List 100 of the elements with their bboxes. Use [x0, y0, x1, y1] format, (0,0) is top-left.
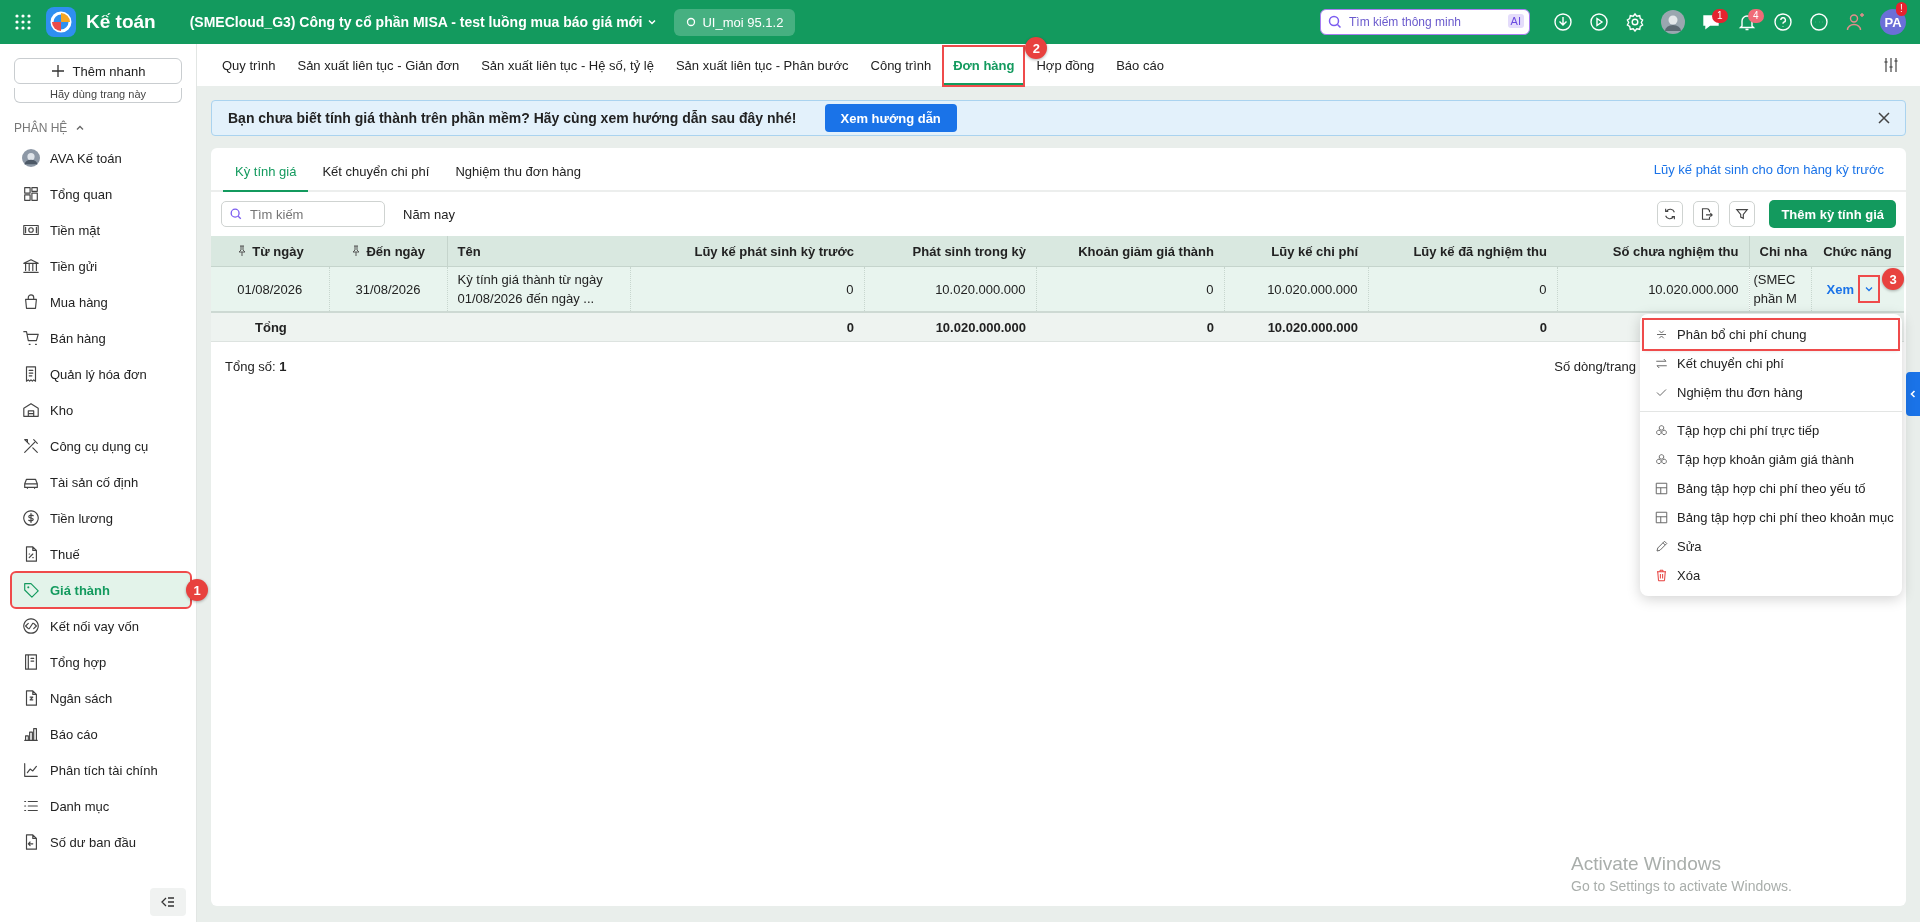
module-tab[interactable]: Sản xuất liên tục - Hệ số, tỷ lệ	[472, 47, 663, 85]
expand-panel-tab[interactable]	[1906, 372, 1920, 416]
close-icon[interactable]	[1877, 111, 1891, 125]
sidebar-item[interactable]: Thuế	[12, 537, 190, 571]
sidebar-item[interactable]: Tài sản cố định	[12, 465, 190, 499]
user-initials-avatar[interactable]: PA	[1880, 9, 1906, 35]
sidebar-item[interactable]: Tiền mặt	[12, 213, 190, 247]
column-header[interactable]: Từ ngày	[211, 236, 329, 267]
sidebar-item[interactable]: Bán hàng	[12, 321, 190, 355]
apps-grid-icon[interactable]	[14, 13, 32, 31]
search-icon	[1327, 14, 1343, 30]
sidebar-item[interactable]: Kho	[12, 393, 190, 427]
total-cell: 10.020.000.000	[935, 319, 1026, 335]
sidebar-item[interactable]: Báo cáo	[12, 717, 190, 751]
callout-badge: 2	[1025, 37, 1048, 59]
table-icon	[1654, 481, 1669, 496]
column-header[interactable]: Lũy kế đã nghiệm thu	[1368, 236, 1557, 267]
sidebar-item[interactable]: AVA Kế toán	[12, 141, 190, 175]
menu-item[interactable]: Tập hợp khoản giảm giá thành	[1644, 445, 1898, 474]
column-header[interactable]: Chức năng	[1811, 236, 1904, 267]
row-menu-button[interactable]	[1860, 277, 1878, 301]
sub-tab[interactable]: Nghiệm thu đơn hàng	[443, 152, 593, 192]
help-icon[interactable]	[1773, 12, 1793, 32]
sliders-settings-icon[interactable]	[1882, 56, 1900, 74]
menu-item[interactable]: Nghiệm thu đơn hàng	[1644, 378, 1898, 407]
module-tab[interactable]: Đơn hàng	[944, 47, 1024, 85]
circle-icon	[686, 17, 697, 27]
sidebar-item[interactable]: Kết nối vay vốn	[12, 609, 190, 643]
sidebar-item[interactable]: Mua hàng	[12, 285, 190, 319]
period-label[interactable]: Năm nay	[403, 206, 456, 222]
page-size-label: Số dòng/trang	[1554, 358, 1636, 374]
sub-tab[interactable]: Kỳ tính giá	[223, 152, 309, 192]
column-header[interactable]: Phát sinh trong kỳ	[864, 236, 1036, 267]
total-label: Tổng	[255, 319, 287, 335]
prior-period-link[interactable]: Lũy kế phát sinh cho đơn hàng kỳ trước	[1653, 161, 1884, 177]
circles-icon	[1654, 423, 1669, 438]
sidebar-item[interactable]: Danh mục	[12, 789, 190, 823]
alert-badge: !	[1896, 2, 1907, 16]
bag-icon	[22, 293, 40, 311]
search-field[interactable]: Tìm kiếm	[221, 201, 385, 227]
sidebar-item[interactable]: Phân tích tài chính	[12, 753, 190, 787]
add-period-button[interactable]: Thêm kỳ tính giá	[1769, 200, 1896, 228]
sidebar-item[interactable]: Ngân sách	[12, 681, 190, 715]
module-tab[interactable]: Công trình	[861, 47, 941, 85]
notification-bell-icon[interactable]	[1737, 12, 1757, 32]
sidebar-item[interactable]: Tiền gửi	[12, 249, 190, 283]
total-cell: 10.020.000.000	[1267, 319, 1358, 335]
user-avatar-icon[interactable]	[1661, 10, 1685, 34]
export-button[interactable]	[1693, 201, 1720, 227]
collapse-sidebar-button[interactable]	[150, 888, 186, 916]
menu-item[interactable]: Kết chuyển chi phí	[1644, 349, 1898, 378]
menu-item[interactable]: Xóa	[1644, 561, 1898, 590]
avatar-icon	[22, 149, 40, 167]
link-icon	[22, 617, 40, 635]
play-icon[interactable]	[1589, 12, 1609, 32]
menu-item[interactable]: Tập hợp chi phí trực tiếp	[1644, 416, 1898, 445]
column-header[interactable]: Lũy kế phát sinh kỳ trước	[630, 236, 864, 267]
menu-item[interactable]: Bảng tập hợp chi phí theo khoản mục	[1644, 503, 1898, 532]
column-header[interactable]: Chi nha	[1749, 236, 1811, 267]
sidebar-item[interactable]: Tổng quan	[12, 177, 190, 211]
total-cell: 0	[1206, 319, 1214, 335]
column-header[interactable]: Lũy kế chi phí	[1224, 236, 1368, 267]
more-icon[interactable]	[1809, 12, 1829, 32]
company-selector[interactable]: (SMECloud_G3) Công ty cổ phần MISA - test luồng mua báo giá mới	[189, 14, 659, 30]
module-section-header[interactable]: PHÂN HỆ	[14, 121, 86, 135]
sub-tab[interactable]: Kết chuyển chi phí	[310, 152, 442, 192]
chat-count-badge: 1	[1712, 9, 1728, 23]
filter-button[interactable]	[1729, 201, 1756, 227]
menu-item[interactable]: Sửa	[1644, 532, 1898, 561]
module-tab[interactable]: Sản xuất liên tục - Phân bước	[666, 47, 858, 85]
record-count: Tổng số: 1	[225, 358, 287, 374]
module-tab[interactable]: Quy trình	[213, 47, 285, 85]
module-tab[interactable]: Sản xuất liên tục - Giản đơn	[288, 47, 469, 85]
column-header[interactable]: Khoản giảm giá thành	[1036, 236, 1224, 267]
total-cell: 0	[1539, 319, 1547, 335]
sidebar-item[interactable]: Công cụ dụng cụ	[12, 429, 190, 463]
book-icon	[22, 653, 40, 671]
app-logo-icon	[46, 7, 76, 37]
refresh-button[interactable]	[1657, 201, 1684, 227]
view-guide-button[interactable]: Xem hướng dẫn	[824, 104, 957, 132]
column-header[interactable]: Tên	[447, 236, 630, 267]
settings-icon[interactable]	[1625, 12, 1645, 32]
sidebar-item[interactable]: Tổng hợp	[12, 645, 190, 679]
dashboard-icon	[22, 185, 40, 203]
module-tab[interactable]: Báo cáo	[1107, 47, 1173, 85]
column-header[interactable]: Đến ngày	[329, 236, 447, 267]
hint-card[interactable]: Hãy dùng trang này	[14, 88, 182, 103]
quick-add-button[interactable]: Thêm nhanh	[14, 58, 182, 84]
table-cell: 31/08/2026	[329, 266, 447, 312]
dollar-icon	[22, 509, 40, 527]
table-cell: 01/08/2026	[211, 266, 329, 312]
sidebar-item[interactable]: Số dư ban đầu	[12, 825, 190, 859]
menu-item[interactable]: Bảng tập hợp chi phí theo yếu tố	[1644, 474, 1898, 503]
view-link[interactable]: Xem	[1826, 279, 1854, 299]
sidebar-item[interactable]: Quản lý hóa đơn	[12, 357, 190, 391]
callout-badge: 3	[1882, 268, 1904, 290]
sidebar-item[interactable]: Tiền lương	[12, 501, 190, 535]
download-icon[interactable]	[1553, 12, 1573, 32]
menu-item[interactable]: Phân bổ chi phí chung	[1644, 320, 1898, 349]
column-header[interactable]: Số chưa nghiệm thu	[1557, 236, 1749, 267]
